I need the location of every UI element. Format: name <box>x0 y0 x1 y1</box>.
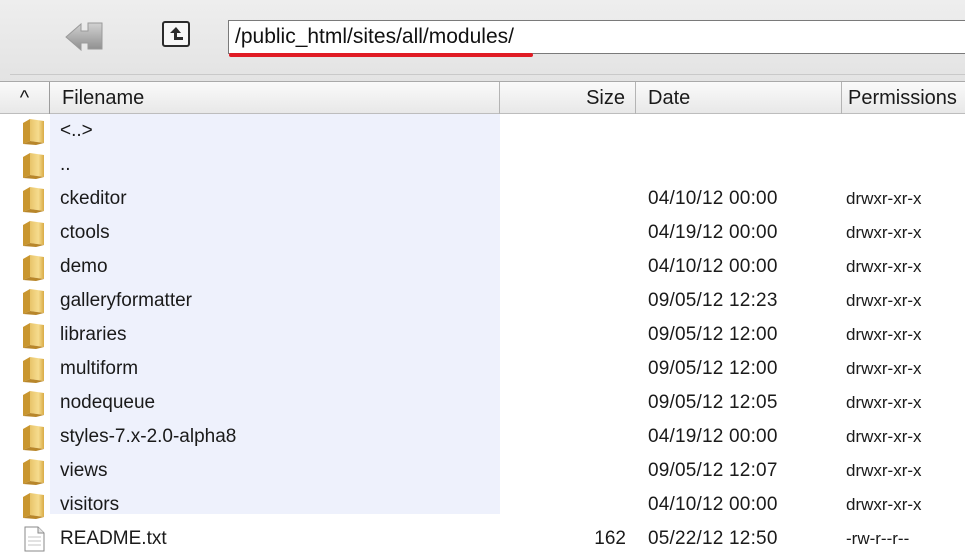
file-date: 04/10/12 00:00 <box>648 188 778 209</box>
file-row[interactable]: .. <box>0 148 965 182</box>
file-row[interactable]: views 09/05/12 12:07 drwxr-xr-x <box>0 454 965 488</box>
file-permissions: drwxr-xr-x <box>846 461 922 480</box>
file-row[interactable]: <..> <box>0 114 965 148</box>
file-permissions: drwxr-xr-x <box>846 189 922 208</box>
folder-icon <box>20 219 48 247</box>
file-date: 09/05/12 12:07 <box>648 460 778 481</box>
file-name: nodequeue <box>60 392 156 413</box>
file-name: visitors <box>60 494 120 515</box>
folder-icon <box>20 287 48 315</box>
folder-icon <box>20 457 48 485</box>
file-name: ckeditor <box>60 188 127 209</box>
toolbar-divider <box>10 74 965 75</box>
folder-icon <box>20 389 48 417</box>
folder-icon <box>20 355 48 383</box>
date-column-header[interactable]: Date <box>636 82 842 114</box>
folder-icon <box>20 321 48 349</box>
file-row[interactable]: styles-7.x-2.0-alpha8 04/19/12 00:00 drwxr… <box>0 420 965 454</box>
folder-icon <box>20 185 48 213</box>
file-size <box>500 216 626 250</box>
file-list: <..> .. ckeditor 04/10/12 00:00 drwxr-xr-x… <box>0 114 965 560</box>
file-row[interactable]: visitors 04/10/12 00:00 drwxr-xr-x <box>0 488 965 522</box>
folder-icon <box>20 117 48 145</box>
file-permissions: drwxr-xr-x <box>846 325 922 344</box>
folder-icon <box>20 151 48 179</box>
file-size <box>500 488 626 522</box>
filename-column-header[interactable]: Filename <box>50 82 500 114</box>
toolbar <box>0 0 965 82</box>
file-row[interactable]: ctools 04/19/12 00:00 drwxr-xr-x <box>0 216 965 250</box>
file-name: .. <box>60 154 71 175</box>
sort-indicator-button[interactable]: ^ <box>0 82 50 114</box>
folder-icon <box>20 423 48 451</box>
file-date: 09/05/12 12:00 <box>648 358 778 379</box>
file-permissions: drwxr-xr-x <box>846 393 922 412</box>
file-name: demo <box>60 256 108 277</box>
file-row[interactable]: galleryformatter 09/05/12 12:23 drwxr-xr-x <box>0 284 965 318</box>
file-size <box>500 352 626 386</box>
folder-up-icon[interactable] <box>162 21 190 47</box>
file-row[interactable]: libraries 09/05/12 12:00 drwxr-xr-x <box>0 318 965 352</box>
file-name: README.txt <box>60 528 167 549</box>
file-date: 04/19/12 00:00 <box>648 222 778 243</box>
file-size <box>500 182 626 216</box>
file-size <box>500 318 626 352</box>
text-file-icon <box>20 525 48 553</box>
file-date: 05/22/12 12:50 <box>648 528 778 549</box>
back-arrow-icon[interactable] <box>64 20 104 52</box>
file-size <box>500 250 626 284</box>
file-size <box>500 148 626 182</box>
file-permissions: drwxr-xr-x <box>846 427 922 446</box>
file-permissions: drwxr-xr-x <box>846 359 922 378</box>
file-size <box>500 114 626 148</box>
file-size <box>500 420 626 454</box>
file-permissions: drwxr-xr-x <box>846 291 922 310</box>
file-date: 04/10/12 00:00 <box>648 494 778 515</box>
file-row[interactable]: nodequeue 09/05/12 12:05 drwxr-xr-x <box>0 386 965 420</box>
file-size <box>500 284 626 318</box>
file-date: 09/05/12 12:05 <box>648 392 778 413</box>
file-date: 09/05/12 12:23 <box>648 290 778 311</box>
file-permissions: drwxr-xr-x <box>846 257 922 276</box>
file-name: ctools <box>60 222 110 243</box>
file-date: 04/19/12 00:00 <box>648 426 778 447</box>
file-row[interactable]: ckeditor 04/10/12 00:00 drwxr-xr-x <box>0 182 965 216</box>
file-name: styles-7.x-2.0-alpha8 <box>60 426 237 447</box>
file-permissions: -rw-r--r-- <box>846 529 910 548</box>
size-column-header[interactable]: Size <box>500 82 636 114</box>
file-row[interactable]: multiform 09/05/12 12:00 drwxr-xr-x <box>0 352 965 386</box>
file-row[interactable]: README.txt 162 05/22/12 12:50 -rw-r--r-- <box>0 522 965 556</box>
file-date: 04/10/12 00:00 <box>648 256 778 277</box>
file-date: 09/05/12 12:00 <box>648 324 778 345</box>
file-name: libraries <box>60 324 127 345</box>
column-header: ^ Filename Size Date Permissions <box>0 82 965 114</box>
file-row[interactable]: demo 04/10/12 00:00 drwxr-xr-x <box>0 250 965 284</box>
permissions-column-header[interactable]: Permissions <box>842 82 965 114</box>
file-permissions: drwxr-xr-x <box>846 495 922 514</box>
folder-icon <box>20 253 48 281</box>
path-underline <box>229 53 533 57</box>
file-name: <..> <box>60 120 93 141</box>
file-size <box>500 454 626 488</box>
file-size <box>500 386 626 420</box>
file-size: 162 <box>594 528 626 549</box>
file-name: galleryformatter <box>60 290 192 311</box>
path-input[interactable] <box>228 20 965 54</box>
file-permissions: drwxr-xr-x <box>846 223 922 242</box>
folder-icon <box>20 491 48 519</box>
file-name: views <box>60 460 108 481</box>
file-name: multiform <box>60 358 139 379</box>
